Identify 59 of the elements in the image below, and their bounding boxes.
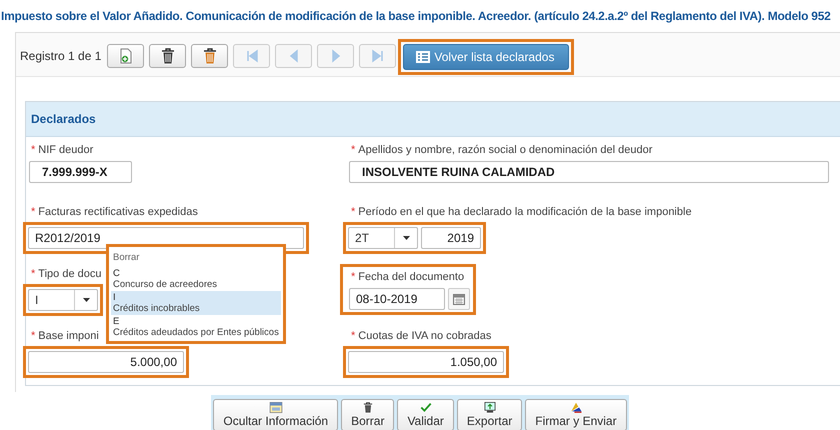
field-label: Fecha del documento bbox=[358, 271, 464, 283]
option-code: E bbox=[113, 316, 120, 327]
field-label: Período en el que ha declarado la modificación de la base imponible bbox=[358, 206, 692, 218]
field-label: Facturas rectificativas expedidas bbox=[38, 206, 198, 218]
required-mark: * bbox=[31, 206, 36, 218]
record-counter: Registro 1 de 1 bbox=[20, 48, 102, 62]
required-mark: * bbox=[31, 268, 36, 280]
field-label: Base imponi bbox=[38, 330, 99, 342]
export-button[interactable]: Exportar bbox=[456, 399, 522, 430]
dropdown-option[interactable]: C Concurso de acreedores bbox=[111, 267, 281, 291]
option-code: C bbox=[113, 268, 121, 279]
required-mark: * bbox=[31, 330, 36, 342]
calendar-button[interactable] bbox=[448, 288, 470, 310]
required-mark: * bbox=[351, 330, 356, 342]
caret-icon bbox=[82, 298, 90, 302]
monitor-icon bbox=[482, 402, 497, 413]
amount-field[interactable]: 5.000,00 bbox=[28, 351, 184, 373]
section-title: Declarados bbox=[31, 112, 96, 126]
required-mark: * bbox=[351, 206, 356, 218]
field-label: NIF deudor bbox=[38, 144, 94, 156]
panel-icon bbox=[268, 402, 284, 413]
caret-icon bbox=[402, 236, 410, 240]
option-label: Concurso de acreedores bbox=[113, 279, 218, 290]
date-field[interactable]: 08-10-2019 bbox=[349, 288, 445, 310]
new-document-icon bbox=[118, 48, 134, 64]
field-label: Cuotas de IVA no cobradas bbox=[358, 330, 492, 342]
period-select[interactable]: 2T bbox=[348, 227, 418, 249]
validate-button[interactable]: Validar bbox=[397, 399, 454, 430]
dropdown-option[interactable]: I Créditos incobrables bbox=[111, 291, 281, 315]
option-label: Borrar bbox=[113, 252, 140, 263]
trash-icon bbox=[202, 48, 217, 64]
new-record-button[interactable] bbox=[107, 44, 144, 68]
required-mark: * bbox=[351, 271, 356, 283]
trash-icon bbox=[160, 48, 175, 64]
option-label: Créditos incobrables bbox=[113, 303, 201, 314]
amount-field[interactable]: 1.050,00 bbox=[348, 351, 504, 373]
option-label: Créditos adeudados por Entes públicos bbox=[113, 327, 279, 338]
last-arrow-icon bbox=[370, 48, 386, 64]
calendar-icon bbox=[453, 293, 465, 305]
text-field[interactable]: 7.999.999-X bbox=[29, 161, 132, 183]
text-field[interactable]: INSOLVENTE RUINA CALAMIDAD bbox=[349, 161, 829, 183]
field-label: Apellidos y nombre, razón social o denominación del deudor bbox=[358, 144, 652, 156]
required-mark: * bbox=[31, 144, 36, 156]
year-field[interactable]: 2019 bbox=[421, 227, 481, 249]
type-select[interactable]: I bbox=[28, 289, 98, 311]
field-label: Tipo de docu bbox=[38, 268, 102, 280]
trash-icon bbox=[362, 402, 374, 413]
option-code: I bbox=[113, 292, 117, 303]
hide-button[interactable]: Ocultar Información bbox=[213, 399, 338, 430]
list-icon bbox=[416, 50, 430, 62]
delete-all-button[interactable] bbox=[191, 44, 228, 68]
sign-button[interactable]: Firmar y Enviar bbox=[525, 399, 627, 430]
delete-button[interactable] bbox=[149, 44, 186, 68]
delete-button[interactable]: Borrar bbox=[341, 399, 394, 430]
page-title: Impuesto sobre el Valor Añadido. Comunicación de modificación de la base imponible. Acreedor. (artículo 24.2.a.2º del Reglamento del IVA). Modelo 952 bbox=[0, 8, 832, 23]
required-mark: * bbox=[351, 144, 356, 156]
dropdown-option[interactable]: E Créditos adeudados por Entes públicos bbox=[111, 315, 281, 339]
dropdown-option[interactable]: Borrar bbox=[111, 249, 281, 267]
check-icon bbox=[418, 402, 433, 413]
